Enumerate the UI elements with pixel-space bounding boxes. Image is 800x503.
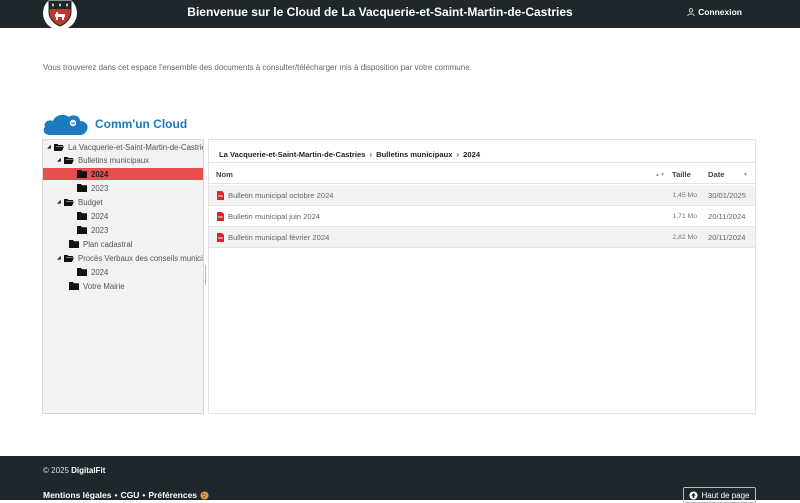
tree-item-label: Votre Mairie (83, 281, 125, 291)
folder-icon (77, 170, 87, 178)
tree-item-proces-verbaux[interactable]: ◢ Procès Verbaux des conseils municipaux (57, 252, 203, 264)
brand: w Comm'un Cloud (42, 112, 187, 136)
top-bar: Bienvenue sur le Cloud de La Vacquerie-e… (0, 0, 800, 30)
tree-item-votre-mairie[interactable]: Votre Mairie (69, 280, 125, 292)
folder-open-icon (54, 144, 64, 151)
file-date: 30/01/2025 (708, 191, 747, 200)
copyright-text: © 2025 (43, 466, 69, 475)
column-header-size[interactable]: Taille (672, 170, 691, 179)
tree-item-label: 2023 (91, 225, 109, 235)
collapse-arrow-icon[interactable]: ◢ (57, 199, 64, 205)
breadcrumb-item[interactable]: 2024 (463, 150, 480, 159)
footer: © 2025 DigitalFit Mentions légales • CGU… (0, 456, 800, 503)
file-name[interactable]: Bulletin municipal février 2024 (228, 233, 329, 242)
panel-resize-handle[interactable] (204, 265, 207, 285)
pdf-icon (217, 191, 224, 200)
file-name[interactable]: Bulletin municipal juin 2024 (228, 212, 320, 221)
tree-item-bulletins[interactable]: ◢ Bulletins municipaux (57, 154, 149, 166)
table-row[interactable]: Bulletin municipal octobre 2024 1,45 Mo … (209, 185, 755, 206)
user-icon (687, 8, 695, 16)
folder-icon (69, 282, 79, 290)
tree-item-label: 2024 (91, 211, 109, 221)
footer-link-separator: • (114, 490, 118, 500)
login-link[interactable]: Connexion (687, 7, 742, 17)
tree-item-budget-2023[interactable]: 2023 (77, 224, 108, 236)
tree-item-budget[interactable]: ◢ Budget (57, 196, 103, 208)
table-row[interactable]: Bulletin municipal juin 2024 1,71 Mo 20/… (209, 206, 755, 227)
intro-text: Vous trouverez dans cet espace l'ensembl… (43, 63, 472, 72)
tree-item-label: Bulletins municipaux (78, 155, 150, 165)
pdf-icon (217, 233, 224, 242)
tree-item-label: Plan cadastral (83, 239, 133, 249)
folder-tree: ◢ La Vacquerie-et-Saint-Martin-de-Castri… (42, 139, 204, 414)
breadcrumb-item[interactable]: Bulletins municipaux (376, 150, 452, 159)
arrow-up-circle-icon (689, 490, 699, 500)
footer-links: Mentions légales • CGU • Préférences (43, 490, 209, 500)
breadcrumb-item[interactable]: La Vacquerie-et-Saint-Martin-de-Castries (219, 150, 365, 159)
folder-icon (77, 268, 87, 276)
folder-icon (77, 226, 87, 234)
tree-item-budget-2024[interactable]: 2024 (77, 210, 108, 222)
pdf-icon (217, 212, 224, 221)
brand-name: Comm'un Cloud (95, 117, 188, 131)
company-name: DigitalFit (71, 466, 106, 475)
folder-open-icon (64, 199, 74, 206)
column-header-date[interactable]: Date (708, 170, 724, 179)
tree-item-bulletins-2023[interactable]: 2023 (77, 182, 108, 194)
file-panel: La Vacquerie-et-Saint-Martin-de-Castries… (208, 139, 756, 414)
site-title: Bienvenue sur le Cloud de La Vacquerie-e… (187, 5, 573, 19)
cloud-logo-icon: w (43, 114, 88, 135)
sort-icon[interactable]: ▼ (743, 172, 748, 178)
file-size: 2,82 Mo (672, 234, 697, 241)
footer-link-preferences[interactable]: Préférences (148, 490, 197, 500)
folder-open-icon (64, 255, 74, 262)
folder-icon (69, 240, 79, 248)
file-date: 20/11/2024 (708, 212, 746, 221)
tree-item-proces-verbaux-2024[interactable]: 2024 (77, 266, 108, 278)
table-header: Nom ▲▼ Taille Date ▼ (209, 162, 755, 184)
tree-item-label: 2024 (91, 169, 109, 179)
tree-item-plan-cadastral[interactable]: Plan cadastral (69, 238, 132, 250)
file-size: 1,71 Mo (672, 213, 697, 220)
login-label: Connexion (698, 7, 742, 17)
copyright: © 2025 DigitalFit (43, 466, 105, 475)
file-date: 20/11/2024 (708, 233, 746, 242)
footer-link-mentions-legales[interactable]: Mentions légales (43, 490, 112, 500)
collapse-arrow-icon[interactable]: ◢ (47, 144, 54, 150)
collapse-arrow-icon[interactable]: ◢ (57, 255, 64, 261)
tree-item-root[interactable]: ◢ La Vacquerie-et-Saint-Martin-de-Castri… (47, 141, 204, 153)
tree-item-label: Procès Verbaux des conseils municipaux (78, 253, 203, 263)
breadcrumb: La Vacquerie-et-Saint-Martin-de-Castries… (219, 150, 480, 159)
tree-item-label: La Vacquerie-et-Saint-Martin-de-Castries (68, 142, 204, 152)
collapse-arrow-icon[interactable]: ◢ (57, 157, 64, 163)
back-to-top-button[interactable]: Haut de page (683, 487, 756, 503)
chevron-right-icon: › (456, 150, 460, 159)
cookie-icon[interactable] (200, 490, 209, 500)
file-size: 1,45 Mo (672, 192, 697, 199)
footer-link-cgu[interactable]: CGU (120, 490, 139, 500)
table-row[interactable]: Bulletin municipal février 2024 2,82 Mo … (209, 227, 755, 248)
svg-text:w: w (70, 121, 75, 126)
tree-item-label: 2023 (91, 183, 109, 193)
folder-icon (77, 184, 87, 192)
tree-item-label: 2024 (91, 267, 109, 277)
chevron-right-icon: › (369, 150, 373, 159)
tree-item-label: Budget (78, 197, 103, 207)
folder-icon (77, 212, 87, 220)
file-name[interactable]: Bulletin municipal octobre 2024 (228, 191, 334, 200)
sort-icon[interactable]: ▲▼ (655, 172, 665, 178)
footer-link-separator: • (142, 490, 146, 500)
tree-item-bulletins-2024[interactable]: 2024 (43, 168, 203, 180)
back-to-top-label: Haut de page (701, 490, 750, 500)
column-header-name[interactable]: Nom (216, 170, 233, 179)
folder-open-icon (64, 157, 74, 164)
